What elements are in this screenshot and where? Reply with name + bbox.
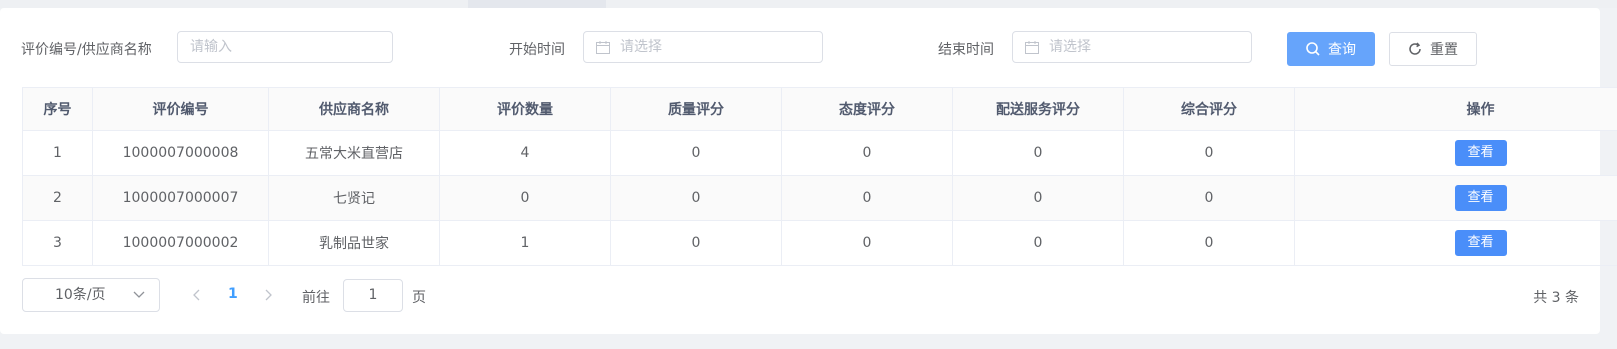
code-supplier-placeholder: 请输入 xyxy=(190,39,232,55)
cell-attitude: 0 xyxy=(781,175,953,221)
chevron-down-icon xyxy=(133,291,145,298)
header-code: 评价编号 xyxy=(92,87,269,131)
cell-delivery: 0 xyxy=(952,175,1124,221)
calendar-icon xyxy=(1025,41,1039,54)
code-supplier-label: 评价编号/供应商名称 xyxy=(21,42,152,58)
cell-count: 4 xyxy=(439,130,611,176)
goto-prefix: 前往 xyxy=(302,290,330,306)
prev-page-icon[interactable] xyxy=(193,289,201,301)
page-number-active[interactable]: 1 xyxy=(228,286,238,302)
start-time-label: 开始时间 xyxy=(509,42,565,58)
start-time-picker[interactable]: 请选择 xyxy=(583,31,823,63)
reset-button[interactable]: 重置 xyxy=(1389,32,1477,66)
cell-delivery: 0 xyxy=(952,220,1124,266)
content-card: 评价编号/供应商名称 请输入 开始时间 请选择 结束时间 请选择 查询 重置 序… xyxy=(0,8,1617,334)
table-header-row: 序号 评价编号 供应商名称 评价数量 质量评分 态度评分 配送服务评分 综合评分… xyxy=(22,87,1617,131)
total-count: 共 3 条 xyxy=(1533,290,1579,306)
cell-quality: 0 xyxy=(610,130,782,176)
goto-suffix: 页 xyxy=(412,290,426,306)
goto-page-input[interactable]: 1 xyxy=(343,279,403,312)
start-time-placeholder: 请选择 xyxy=(620,39,662,55)
next-page-icon[interactable] xyxy=(264,289,272,301)
search-icon xyxy=(1306,42,1320,56)
cell-action: 查看 xyxy=(1294,175,1617,221)
cell-attitude: 0 xyxy=(781,130,953,176)
end-time-placeholder: 请选择 xyxy=(1049,39,1091,55)
page-size-value: 10条/页 xyxy=(55,287,106,303)
cell-count: 1 xyxy=(439,220,611,266)
cell-delivery: 0 xyxy=(952,130,1124,176)
end-time-label: 结束时间 xyxy=(938,42,994,58)
table-row: 1 1000007000008 五常大米直营店 4 0 0 0 0 查看 xyxy=(22,130,1617,176)
search-button-label: 查询 xyxy=(1328,42,1356,58)
page-size-select[interactable]: 10条/页 xyxy=(22,278,160,312)
header-delivery: 配送服务评分 xyxy=(952,87,1124,131)
header-index: 序号 xyxy=(22,87,93,131)
top-tab-strip xyxy=(0,0,1617,8)
cell-quality: 0 xyxy=(610,220,782,266)
reset-button-label: 重置 xyxy=(1430,42,1458,58)
evaluation-table: 序号 评价编号 供应商名称 评价数量 质量评分 态度评分 配送服务评分 综合评分… xyxy=(22,87,1617,266)
view-button[interactable]: 查看 xyxy=(1454,230,1507,256)
cell-overall: 0 xyxy=(1123,175,1295,221)
cell-action: 查看 xyxy=(1294,130,1617,176)
cell-index: 1 xyxy=(22,130,93,176)
header-supplier: 供应商名称 xyxy=(268,87,440,131)
header-quality: 质量评分 xyxy=(610,87,782,131)
cell-index: 2 xyxy=(22,175,93,221)
cell-index: 3 xyxy=(22,220,93,266)
table-row: 3 1000007000002 乳制品世家 1 0 0 0 0 查看 xyxy=(22,220,1617,266)
end-time-picker[interactable]: 请选择 xyxy=(1012,31,1252,63)
cell-supplier: 七贤记 xyxy=(268,175,440,221)
cell-count: 0 xyxy=(439,175,611,221)
page-background-bottom xyxy=(0,334,1617,349)
refresh-icon xyxy=(1409,42,1421,55)
cell-overall: 0 xyxy=(1123,220,1295,266)
code-supplier-input[interactable]: 请输入 xyxy=(177,31,393,63)
cell-code: 1000007000008 xyxy=(92,130,269,176)
header-action: 操作 xyxy=(1294,87,1617,131)
cell-quality: 0 xyxy=(610,175,782,221)
view-button[interactable]: 查看 xyxy=(1454,185,1507,211)
cell-overall: 0 xyxy=(1123,130,1295,176)
cell-supplier: 乳制品世家 xyxy=(268,220,440,266)
search-button[interactable]: 查询 xyxy=(1287,32,1375,66)
header-overall: 综合评分 xyxy=(1123,87,1295,131)
header-attitude: 态度评分 xyxy=(781,87,953,131)
header-count: 评价数量 xyxy=(439,87,611,131)
calendar-icon xyxy=(596,41,610,54)
cell-action: 查看 xyxy=(1294,220,1617,266)
cell-supplier: 五常大米直营店 xyxy=(268,130,440,176)
view-button[interactable]: 查看 xyxy=(1454,140,1507,166)
active-tab-marker[interactable] xyxy=(468,0,606,8)
table-row: 2 1000007000007 七贤记 0 0 0 0 0 查看 xyxy=(22,175,1617,221)
cell-code: 1000007000002 xyxy=(92,220,269,266)
cell-attitude: 0 xyxy=(781,220,953,266)
cell-code: 1000007000007 xyxy=(92,175,269,221)
